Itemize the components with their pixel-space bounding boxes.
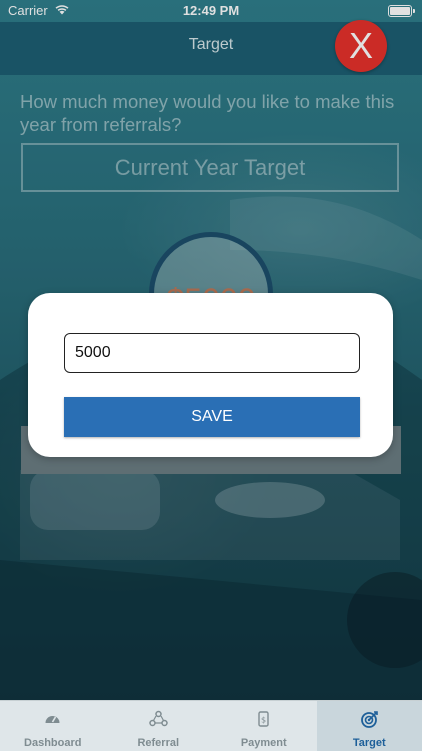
tab-bar: Dashboard Referral $ Payment Target: [0, 700, 422, 751]
payment-icon: $: [211, 710, 317, 728]
save-button[interactable]: SAVE: [64, 397, 360, 437]
tab-dashboard[interactable]: Dashboard: [0, 701, 106, 751]
tab-label: Referral: [106, 737, 212, 749]
target-input-dialog: SAVE: [28, 293, 393, 457]
referral-icon: [106, 710, 212, 728]
tab-label: Target: [317, 737, 422, 749]
tab-label: Payment: [211, 737, 317, 749]
tab-payment[interactable]: $ Payment: [211, 701, 317, 751]
tab-target[interactable]: Target: [317, 701, 422, 751]
tab-label: Dashboard: [0, 737, 106, 749]
speedometer-icon: [0, 710, 106, 728]
target-icon: [317, 710, 422, 728]
target-amount-input[interactable]: [64, 333, 360, 373]
tab-referral[interactable]: Referral: [106, 701, 212, 751]
svg-text:$: $: [261, 716, 266, 725]
